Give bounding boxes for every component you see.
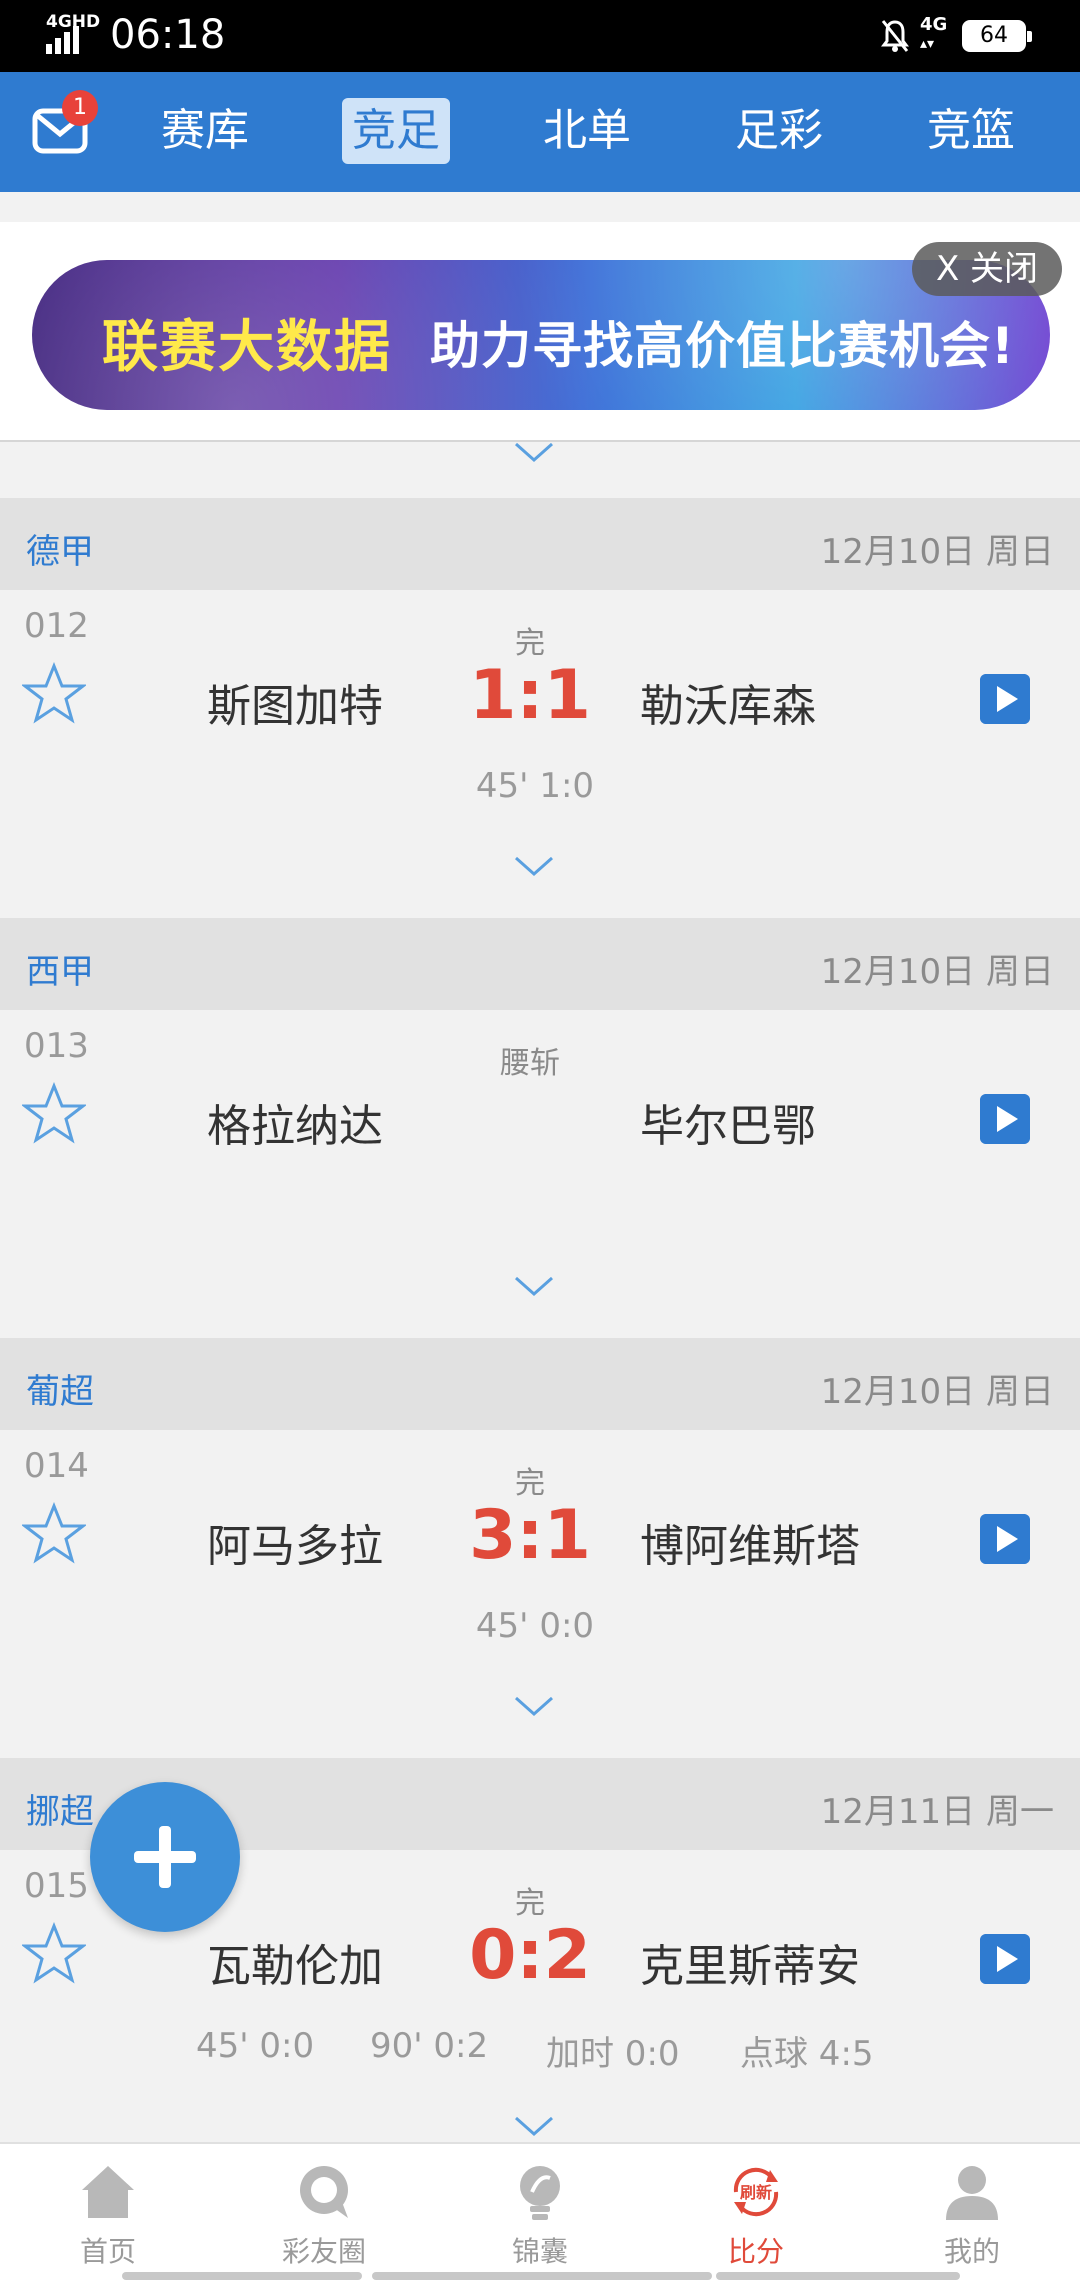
extra-time-score: 加时 0:0 <box>546 2034 680 2074</box>
match-score: 3:1 <box>469 1496 591 1575</box>
person-icon <box>946 2166 998 2220</box>
match-number: 013 <box>24 1026 89 1066</box>
home-icon <box>82 2166 134 2218</box>
home-team: 格拉纳达 <box>207 1101 383 1152</box>
star-icon[interactable] <box>22 1082 86 1144</box>
half-time-score: 45' 0:0 <box>475 1606 595 1646</box>
match-row[interactable]: 014 阿马多拉 完 3:1 45' 0:0 博阿维斯塔 <box>0 1430 1080 1758</box>
penalty-score: 点球 4:5 <box>740 2034 874 2074</box>
star-icon[interactable] <box>22 662 86 724</box>
match-number: 015 <box>24 1866 89 1906</box>
nav-community[interactable]: 彩友圈 <box>216 2144 432 2280</box>
svg-text:刷新: 刷新 <box>740 2183 772 2202</box>
nav-label: 锦囊 <box>511 2235 568 2268</box>
status-bar: 4GHD 06:18 4G ▴▾ 64 <box>0 0 1080 72</box>
match-date: 12月10日 周日 <box>820 532 1054 572</box>
home-team: 瓦勒伦加 <box>207 1941 383 1992</box>
match-score: 1:1 <box>469 656 591 735</box>
banner-close-button[interactable]: X 关闭 <box>912 242 1062 296</box>
play-icon[interactable] <box>980 1934 1030 1984</box>
tab-beidan[interactable]: 北单 <box>532 98 642 164</box>
chevron-down-icon[interactable] <box>512 1694 556 1718</box>
home-team: 阿马多拉 <box>207 1521 383 1572</box>
tab-jinglan[interactable]: 竞篮 <box>916 98 1026 164</box>
banner-area: 联赛大数据 助力寻找高价值比赛机会! X 关闭 <box>0 222 1080 442</box>
chevron-down-icon[interactable] <box>512 2114 556 2138</box>
league-header: 德甲 12月10日 周日 <box>0 498 1080 590</box>
match-status: 腰斩 <box>500 1046 560 1081</box>
tab-saiku[interactable]: 赛库 <box>150 98 260 164</box>
clock: 06:18 <box>110 12 226 58</box>
play-icon[interactable] <box>980 674 1030 724</box>
chevron-down-icon[interactable] <box>512 440 556 464</box>
match-row[interactable]: 012 斯图加特 完 1:1 45' 1:0 勒沃库森 <box>0 590 1080 918</box>
nav-profile[interactable]: 我的 <box>864 2144 1080 2280</box>
tab-zucai[interactable]: 足彩 <box>724 98 834 164</box>
tab-jingzu[interactable]: 竞足 <box>342 98 450 164</box>
league-header: 西甲 12月10日 周日 <box>0 918 1080 1010</box>
play-icon[interactable] <box>980 1514 1030 1564</box>
away-team: 克里斯蒂安 <box>640 1941 860 1992</box>
league-header: 葡超 12月10日 周日 <box>0 1338 1080 1430</box>
match-score: 0:2 <box>469 1916 591 1995</box>
chat-bubble-icon <box>300 2166 348 2218</box>
add-button[interactable] <box>90 1782 240 1932</box>
away-team: 勒沃库森 <box>640 681 816 732</box>
match-row[interactable]: 013 格拉纳达 腰斩 毕尔巴鄂 <box>0 1010 1080 1338</box>
signal-icon: 4GHD <box>46 12 100 54</box>
away-team: 毕尔巴鄂 <box>640 1101 816 1152</box>
bulb-icon <box>520 2166 560 2220</box>
chevron-down-icon[interactable] <box>512 854 556 878</box>
home-team: 斯图加特 <box>207 681 383 732</box>
match-number: 012 <box>24 606 89 646</box>
top-nav: 1 赛库 竞足 北单 足彩 竞篮 <box>0 72 1080 192</box>
half-time-score: 45' 1:0 <box>475 766 595 806</box>
mail-badge: 1 <box>62 90 98 126</box>
league-name: 西甲 <box>26 952 94 992</box>
match-date: 12月10日 周日 <box>820 952 1054 992</box>
league-name: 挪超 <box>26 1792 94 1832</box>
network-4g-icon: 4G ▴▾ <box>920 14 948 53</box>
half-time-score: 45' 0:0 <box>196 2026 315 2066</box>
promo-banner[interactable]: 联赛大数据 助力寻找高价值比赛机会! <box>32 260 1050 410</box>
nav-label: 我的 <box>943 2235 1000 2268</box>
full-time-score: 90' 0:2 <box>370 2026 489 2066</box>
star-icon[interactable] <box>22 1922 86 1984</box>
nav-label: 彩友圈 <box>281 2235 366 2268</box>
match-date: 12月10日 周日 <box>820 1372 1054 1412</box>
match-number: 014 <box>24 1446 89 1486</box>
nav-scores[interactable]: 刷新 比分 <box>648 2144 864 2280</box>
away-team: 博阿维斯塔 <box>640 1521 860 1572</box>
refresh-icon: 刷新 <box>733 2167 779 2217</box>
nav-tips[interactable]: 锦囊 <box>432 2144 648 2280</box>
battery-icon: 64 <box>962 20 1032 52</box>
star-icon[interactable] <box>22 1502 86 1564</box>
bottom-nav: 首页 彩友圈 锦囊 刷新 比分 我的 <box>0 2142 1080 2280</box>
nav-label: 比分 <box>727 2235 784 2268</box>
banner-title: 联赛大数据 <box>102 315 392 380</box>
league-name: 葡超 <box>26 1372 94 1412</box>
league-name: 德甲 <box>26 532 94 572</box>
chevron-down-icon[interactable] <box>512 1274 556 1298</box>
match-date: 12月11日 周一 <box>820 1792 1054 1832</box>
nav-label: 首页 <box>79 2235 136 2268</box>
banner-subtitle: 助力寻找高价值比赛机会! <box>430 317 1015 375</box>
nav-home[interactable]: 首页 <box>0 2144 216 2280</box>
bell-muted-icon <box>881 20 909 52</box>
play-icon[interactable] <box>980 1094 1030 1144</box>
